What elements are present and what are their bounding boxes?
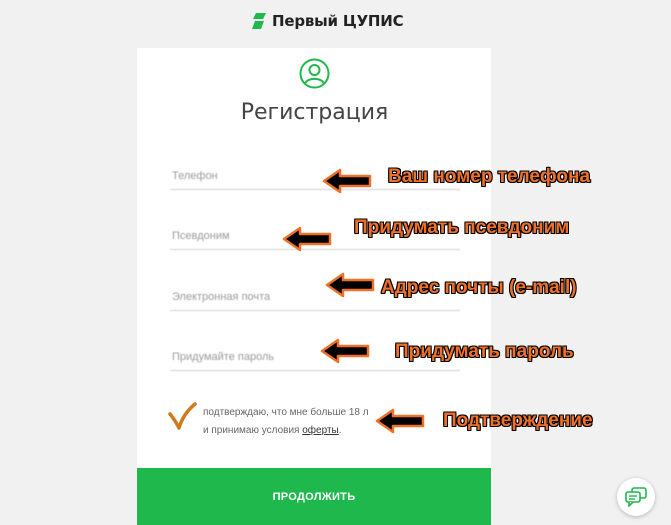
brand-logo[interactable]: Первый ЦУПИС (252, 10, 404, 32)
annotation-nickname: Придумать псевдоним (354, 217, 570, 238)
annotation-phone: Ваш номер телефона (388, 166, 591, 187)
offer-link[interactable]: оферты (302, 425, 338, 436)
arrow-left-icon (375, 408, 425, 434)
annotation-email: Адрес почты (e-mail) (381, 277, 577, 298)
arrow-left-icon (322, 168, 372, 194)
arrow-left-icon (325, 272, 375, 298)
arrow-left-icon (282, 226, 332, 252)
brand-name: Первый ЦУПИС (272, 12, 404, 30)
user-circle-icon (299, 58, 330, 89)
consent-line-2: и принимаю условия (203, 425, 300, 436)
consent-text: подтверждаю, что мне больше 18 л и прини… (203, 404, 369, 440)
brand-logo-icon (252, 13, 266, 29)
consent-line-1: подтверждаю, что мне больше 18 л (203, 407, 369, 418)
chat-button[interactable] (617, 478, 655, 516)
consent-checkbox[interactable] (167, 400, 199, 432)
annotation-consent: Подтверждение (443, 410, 593, 431)
consent-period: . (338, 425, 342, 436)
arrow-left-icon (320, 338, 370, 364)
annotation-password: Придумать пароль (395, 341, 574, 362)
page-title: Регистрация (240, 100, 389, 125)
chat-icon (625, 487, 647, 507)
continue-button[interactable]: ПРОДОЛЖИТЬ (137, 468, 491, 525)
